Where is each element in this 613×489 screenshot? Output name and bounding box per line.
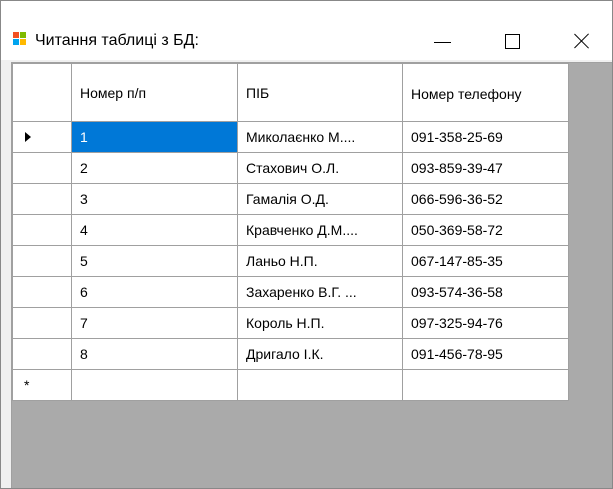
new-row-cell[interactable] <box>402 369 569 401</box>
row-header-cell[interactable] <box>12 307 72 339</box>
form-app-icon <box>13 32 27 46</box>
minimize-icon <box>433 41 451 43</box>
cell-phone[interactable]: 066-596-36-52 <box>402 183 569 215</box>
table-row[interactable]: 1 Миколаєнко М.... 091-358-25-69 <box>12 121 569 153</box>
row-header-cell[interactable] <box>12 121 72 153</box>
maximize-icon <box>504 33 520 49</box>
table-row[interactable]: 3 Гамалія О.Д. 066-596-36-52 <box>12 183 569 215</box>
main-window: Читання таблиці з БД: Номер п/п ПІБ Номе… <box>0 0 613 489</box>
cell-name[interactable]: Стахович О.Л. <box>237 152 403 184</box>
maximize-button[interactable] <box>489 21 535 57</box>
row-header-cell[interactable] <box>12 214 72 246</box>
table-row[interactable]: 8 Дригало І.К. 091-456-78-95 <box>12 338 569 370</box>
close-button[interactable] <box>559 21 605 57</box>
row-header-cell[interactable] <box>12 183 72 215</box>
table-row[interactable]: 7 Король Н.П. 097-325-94-76 <box>12 307 569 339</box>
table-row[interactable]: 2 Стахович О.Л. 093-859-39-47 <box>12 152 569 184</box>
column-header-number[interactable]: Номер п/п <box>71 63 238 122</box>
cell-phone[interactable]: 091-358-25-69 <box>402 121 569 153</box>
cell-phone[interactable]: 050-369-58-72 <box>402 214 569 246</box>
cell-phone[interactable]: 097-325-94-76 <box>402 307 569 339</box>
grid-body: 1 Миколаєнко М.... 091-358-25-69 2 Стахович … <box>12 121 569 401</box>
cell-number[interactable]: 2 <box>71 152 238 184</box>
cell-number[interactable]: 8 <box>71 338 238 370</box>
new-row-cell[interactable] <box>71 369 238 401</box>
cell-name[interactable]: Захаренко В.Г. ... <box>237 276 403 308</box>
table-row[interactable]: 6 Захаренко В.Г. ... 093-574-36-58 <box>12 276 569 308</box>
new-row-header-cell[interactable]: * <box>12 369 72 401</box>
cell-number[interactable]: 7 <box>71 307 238 339</box>
cell-number[interactable]: 3 <box>71 183 238 215</box>
current-row-arrow-icon <box>25 132 31 142</box>
data-grid-table: Номер п/п ПІБ Номер телефону 1 Миколаєнко… <box>12 63 569 401</box>
cell-number[interactable]: 6 <box>71 276 238 308</box>
cell-name[interactable]: Ланьо Н.П. <box>237 245 403 277</box>
data-grid[interactable]: Номер п/п ПІБ Номер телефону 1 Миколаєнко… <box>11 62 612 488</box>
row-header-cell[interactable] <box>12 338 72 370</box>
table-row[interactable]: 4 Кравченко Д.М.... 050-369-58-72 <box>12 214 569 246</box>
cell-name[interactable]: Миколаєнко М.... <box>237 121 403 153</box>
cell-name[interactable]: Гамалія О.Д. <box>237 183 403 215</box>
row-header-cell[interactable] <box>12 276 72 308</box>
header-row: Номер п/п ПІБ Номер телефону <box>12 63 569 122</box>
cell-phone[interactable]: 093-859-39-47 <box>402 152 569 184</box>
new-row[interactable]: * <box>12 369 569 401</box>
row-header-cell[interactable] <box>12 152 72 184</box>
cell-number[interactable]: 4 <box>71 214 238 246</box>
window-title: Читання таблиці з БД: <box>35 32 199 49</box>
cell-name[interactable]: Кравченко Д.М.... <box>237 214 403 246</box>
cell-phone[interactable]: 093-574-36-58 <box>402 276 569 308</box>
cell-number[interactable]: 1 <box>71 121 238 153</box>
cell-name[interactable]: Дригало І.К. <box>237 338 403 370</box>
title-bar[interactable]: Читання таблиці з БД: <box>1 1 612 60</box>
column-header-phone[interactable]: Номер телефону <box>402 63 569 122</box>
table-row[interactable]: 5 Ланьо Н.П. 067-147-85-35 <box>12 245 569 277</box>
form-client-area: Номер п/п ПІБ Номер телефону 1 Миколаєнко… <box>1 60 612 488</box>
cell-phone[interactable]: 091-456-78-95 <box>402 338 569 370</box>
row-header-cell[interactable] <box>12 245 72 277</box>
new-row-cell[interactable] <box>237 369 403 401</box>
corner-header-cell[interactable] <box>12 63 72 122</box>
cell-name[interactable]: Король Н.П. <box>237 307 403 339</box>
cell-number[interactable]: 5 <box>71 245 238 277</box>
column-header-name[interactable]: ПІБ <box>237 63 403 122</box>
cell-phone[interactable]: 067-147-85-35 <box>402 245 569 277</box>
new-row-marker: * <box>24 377 30 393</box>
minimize-button[interactable] <box>419 21 465 57</box>
close-icon <box>574 33 590 49</box>
